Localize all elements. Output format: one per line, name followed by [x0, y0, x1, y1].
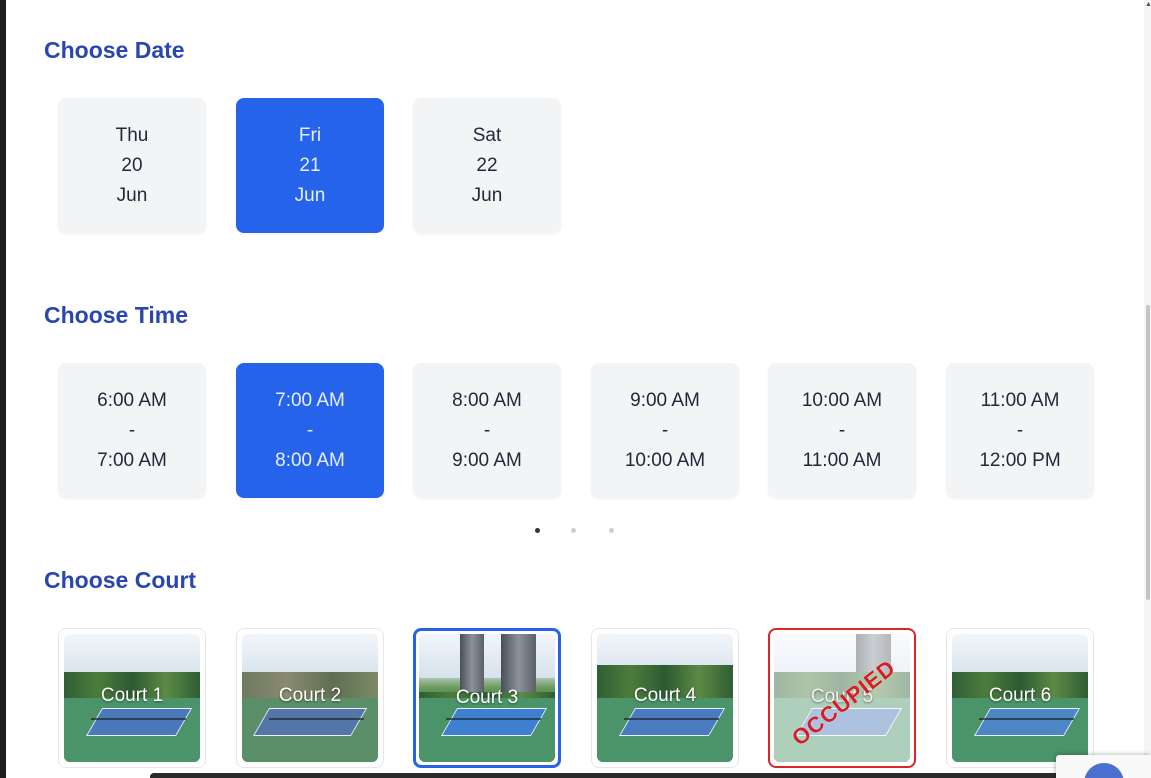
time-slot-8am[interactable]: 8:00 AM - 9:00 AM	[413, 363, 561, 498]
date-month: Jun	[294, 184, 326, 206]
date-number: 22	[476, 154, 498, 176]
choose-court-heading: Choose Court	[44, 567, 197, 593]
court-label: Court 2	[278, 685, 342, 706]
bottom-overlay-bar	[150, 773, 1060, 778]
date-option-thu[interactable]: Thu 20 Jun	[58, 98, 206, 233]
court-option-2[interactable]: Court 2	[236, 628, 384, 768]
time-slot-10am[interactable]: 10:00 AM - 11:00 AM	[768, 363, 916, 498]
court-option-1[interactable]: Court 1	[58, 628, 206, 768]
booking-modal: Choose Date Thu 20 Jun Fri 21 Jun Sat 22…	[6, 0, 1144, 778]
time-end: 10:00 AM	[624, 449, 706, 471]
recaptcha-icon	[1084, 763, 1124, 778]
carousel-pagination	[6, 528, 1144, 536]
time-slot-7am[interactable]: 7:00 AM - 8:00 AM	[236, 363, 384, 498]
carousel-dot-2[interactable]	[571, 528, 576, 533]
court-label: Court 3	[455, 687, 519, 708]
date-option-sat[interactable]: Sat 22 Jun	[413, 98, 561, 233]
date-number: 20	[121, 154, 143, 176]
date-day: Sat	[472, 124, 502, 146]
court-option-6[interactable]: Court 6	[946, 628, 1094, 768]
date-day: Fri	[298, 124, 322, 146]
time-separator: -	[128, 419, 136, 441]
time-separator: -	[838, 419, 846, 441]
scroll-up-arrow-icon[interactable]: ▲	[1145, 1, 1151, 8]
time-separator: -	[1016, 419, 1024, 441]
choose-date-heading: Choose Date	[44, 37, 185, 63]
court-label: Court 4	[633, 685, 697, 706]
time-separator: -	[483, 419, 491, 441]
time-end: 8:00 AM	[275, 449, 345, 471]
time-start: 11:00 AM	[980, 389, 1060, 411]
time-separator: -	[661, 419, 669, 441]
date-month: Jun	[471, 184, 503, 206]
scrollbar-thumb[interactable]	[1146, 305, 1150, 600]
time-start: 9:00 AM	[630, 389, 700, 411]
time-end: 7:00 AM	[97, 449, 167, 471]
time-start: 7:00 AM	[275, 389, 345, 411]
time-slot-9am[interactable]: 9:00 AM - 10:00 AM	[591, 363, 739, 498]
court-label: Court 1	[100, 685, 164, 706]
time-start: 8:00 AM	[452, 389, 522, 411]
time-separator: -	[306, 419, 314, 441]
court-option-4[interactable]: Court 4	[591, 628, 739, 768]
court-option-5: Court 5 OCCUPIED	[768, 628, 916, 768]
time-slot-6am[interactable]: 6:00 AM - 7:00 AM	[58, 363, 206, 498]
court-label: Court 6	[988, 685, 1052, 706]
court-option-3[interactable]: Court 3	[413, 628, 561, 768]
carousel-dot-1[interactable]	[535, 528, 540, 533]
date-option-fri[interactable]: Fri 21 Jun	[236, 98, 384, 233]
date-month: Jun	[116, 184, 148, 206]
carousel-dot-3[interactable]	[609, 528, 614, 533]
time-end: 12:00 PM	[979, 449, 1061, 471]
time-slot-11am[interactable]: 11:00 AM - 12:00 PM	[946, 363, 1094, 498]
time-end: 9:00 AM	[452, 449, 522, 471]
time-start: 6:00 AM	[97, 389, 167, 411]
date-number: 21	[299, 154, 321, 176]
choose-time-heading: Choose Time	[44, 302, 188, 328]
time-end: 11:00 AM	[802, 449, 882, 471]
time-start: 10:00 AM	[801, 389, 883, 411]
recaptcha-badge[interactable]	[1056, 755, 1151, 778]
date-day: Thu	[115, 124, 149, 146]
